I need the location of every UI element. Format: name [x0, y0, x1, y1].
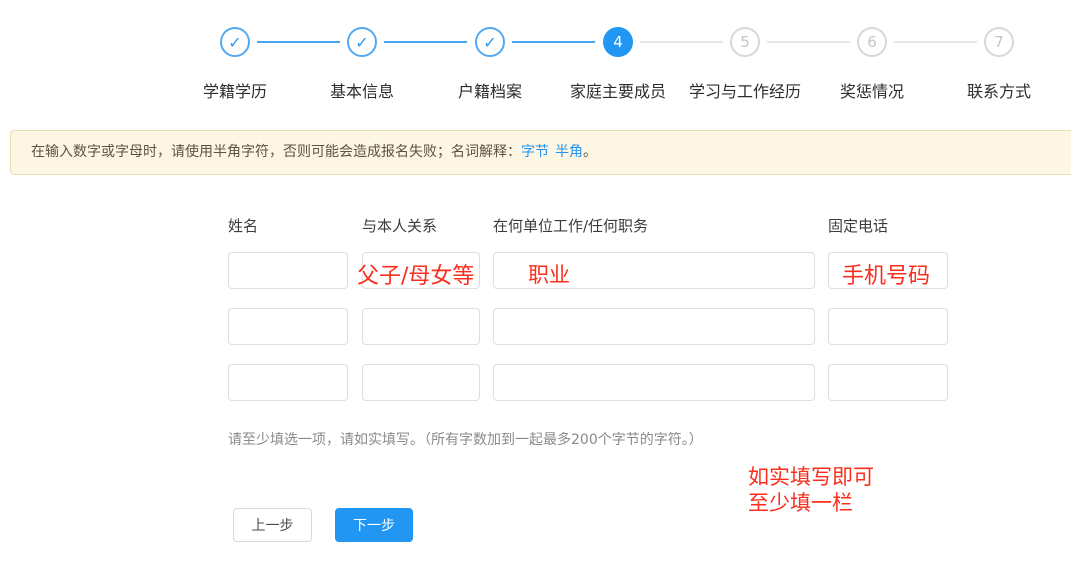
step-item-huji-dangan[interactable]: ✓ 户籍档案 [420, 27, 560, 102]
check-circle-icon: ✓ [220, 27, 250, 57]
step-item-lianxi-fangshi[interactable]: 7 联系方式 [929, 27, 1069, 102]
member-3-relation-input[interactable] [362, 364, 480, 401]
member-1-name-input[interactable] [228, 252, 348, 289]
step-number-badge: 5 [730, 27, 760, 57]
family-members-step-page: ✓ 学籍学历 ✓ 基本信息 ✓ 户籍档案 4 家庭主要成员 5 学习与工作经历 … [0, 0, 1071, 567]
member-3-name-input[interactable] [228, 364, 348, 401]
check-circle-icon: ✓ [475, 27, 505, 57]
step-label: 家庭主要成员 [570, 78, 666, 102]
member-1-workplace-input[interactable] [493, 252, 815, 289]
step-item-xueji-xueli[interactable]: ✓ 学籍学历 [165, 27, 305, 102]
step-label: 学籍学历 [203, 78, 267, 102]
halfwidth-definition-link[interactable]: 半角 [555, 144, 583, 160]
next-step-button[interactable]: 下一步 [335, 508, 413, 542]
step-item-xuexi-gongzuo[interactable]: 5 学习与工作经历 [675, 27, 815, 102]
member-3-workplace-input[interactable] [493, 364, 815, 401]
halfwidth-notice-banner: 在输入数字或字母时，请使用半角字符，否则可能会造成报名失败；名词解释：字节半角。 [10, 130, 1071, 175]
step-label: 户籍档案 [458, 78, 522, 102]
check-circle-icon: ✓ [347, 27, 377, 57]
previous-step-button[interactable]: 上一步 [233, 508, 312, 542]
fill-at-least-one-annotation: 至少填一栏 [748, 487, 853, 517]
step-number-badge: 6 [857, 27, 887, 57]
column-header-relation: 与本人关系 [362, 215, 437, 236]
member-2-relation-input[interactable] [362, 308, 480, 345]
member-1-phone-input[interactable] [828, 252, 948, 289]
member-2-name-input[interactable] [228, 308, 348, 345]
step-label: 学习与工作经历 [689, 78, 801, 102]
member-3-phone-input[interactable] [828, 364, 948, 401]
step-item-jiating-chengyuan[interactable]: 4 家庭主要成员 [548, 27, 688, 102]
fill-truthfully-annotation: 如实填写即可 [748, 461, 874, 491]
step-label: 联系方式 [967, 78, 1031, 102]
column-header-phone: 固定电话 [828, 215, 888, 236]
step-number-badge: 4 [603, 27, 633, 57]
step-label: 基本信息 [330, 78, 394, 102]
step-item-jiangcheng[interactable]: 6 奖惩情况 [802, 27, 942, 102]
step-number-badge: 7 [984, 27, 1014, 57]
member-2-phone-input[interactable] [828, 308, 948, 345]
form-hint-text: 请至少填选一项，请如实填写。（所有字数加到一起最多200个字节的字符。） [228, 429, 703, 449]
notice-text: 在输入数字或字母时，请使用半角字符，否则可能会造成报名失败；名词解释： [31, 144, 521, 160]
notice-period: 。 [583, 144, 597, 160]
step-item-jiben-xinxi[interactable]: ✓ 基本信息 [292, 27, 432, 102]
member-1-relation-input[interactable] [362, 252, 480, 289]
column-header-workplace: 在何单位工作/任何职务 [493, 215, 648, 236]
step-label: 奖惩情况 [840, 78, 904, 102]
column-header-name: 姓名 [228, 215, 258, 236]
byte-definition-link[interactable]: 字节 [521, 144, 549, 160]
member-2-workplace-input[interactable] [493, 308, 815, 345]
